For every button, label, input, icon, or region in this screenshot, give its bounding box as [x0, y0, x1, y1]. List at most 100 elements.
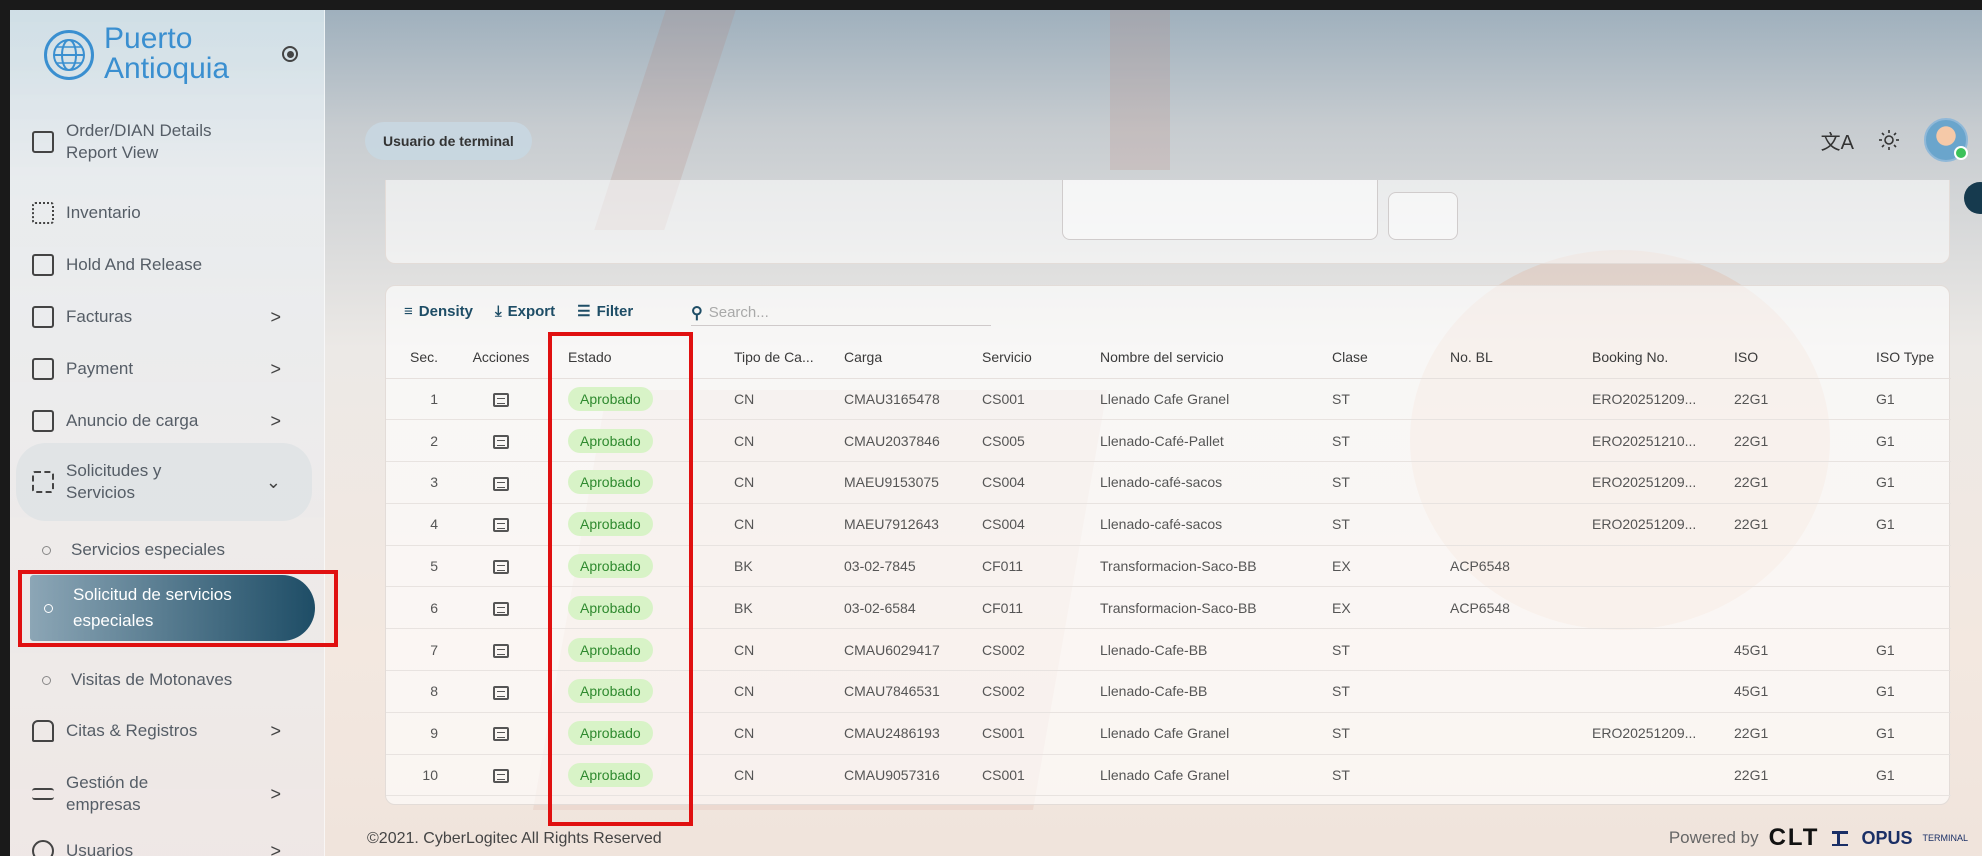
sliders-icon — [32, 788, 54, 800]
brand-logo[interactable]: Puerto Antioquia — [44, 24, 314, 94]
download-icon: ⤓ — [494, 302, 502, 320]
sidebar-pin-icon[interactable] — [282, 46, 298, 62]
sidebar-item-hold-release[interactable]: Hold And Release — [32, 254, 317, 276]
column-header[interactable]: Acciones — [446, 336, 556, 379]
settings-fab[interactable] — [1964, 182, 1982, 214]
column-header[interactable]: ISO — [1734, 336, 1876, 379]
filter-input[interactable] — [1062, 180, 1378, 240]
edit-icon[interactable] — [493, 393, 509, 408]
edit-icon[interactable] — [493, 685, 509, 700]
column-header[interactable]: Clase — [1332, 336, 1450, 379]
sec-cell: 2 — [386, 419, 446, 463]
actions-cell — [446, 545, 556, 588]
actions-cell — [446, 754, 556, 797]
clase-cell: ST — [1332, 754, 1450, 797]
booking-cell — [1592, 545, 1734, 588]
sec-cell: 6 — [386, 586, 446, 630]
grid-toolbar: ≡ Density ⤓ Export ☰ Filter — [404, 302, 655, 321]
sidebar-item-payment[interactable]: Payment > — [32, 358, 317, 380]
sec-cell: 8 — [386, 670, 446, 713]
clase-cell: EX — [1332, 586, 1450, 630]
theme-toggle-icon[interactable] — [1878, 129, 1900, 151]
density-button[interactable]: ≡ Density — [404, 303, 473, 320]
filter-toolbar-button[interactable]: ☰ Filter — [577, 302, 633, 321]
actions-cell — [446, 586, 556, 630]
sidebar-item-servicios-especiales[interactable]: Servicios especiales — [42, 540, 225, 560]
sidebar-item-order-dian[interactable]: Order/DIAN Details Report View — [32, 120, 317, 164]
servicio-cell: CS004 — [982, 461, 1100, 504]
iso-cell: 22G1 — [1734, 754, 1876, 797]
sidebar-item-visitas-motonaves[interactable]: Visitas de Motonaves — [42, 670, 232, 690]
edit-icon[interactable] — [493, 518, 509, 533]
announce-icon — [32, 410, 54, 432]
user-icon — [32, 840, 54, 856]
sidebar-item-gestion-empresas[interactable]: Gestión de empresas > — [32, 772, 317, 816]
column-header[interactable]: No. BL — [1450, 336, 1592, 379]
carga-cell: MAEU9153075 — [844, 461, 982, 504]
sidebar-item-usuarios[interactable]: Usuarios > — [32, 840, 317, 856]
sidebar-item-citas-registros[interactable]: Citas & Registros > — [32, 720, 317, 742]
label-line: empresas — [66, 795, 141, 814]
car-icon — [32, 720, 54, 742]
nombre-cell: Llenado-Cafe-BB — [1100, 670, 1332, 713]
edit-icon[interactable] — [493, 769, 509, 784]
edit-icon[interactable] — [493, 602, 509, 617]
nombre-cell: Llenado-Cafe-BB — [1100, 628, 1332, 672]
iso-cell: 22G1 — [1734, 461, 1876, 504]
document-icon — [32, 306, 54, 328]
servicio-cell: CS002 — [982, 670, 1100, 713]
sidebar-item-label: Solicitudes y Servicios — [66, 460, 161, 504]
user-avatar[interactable] — [1924, 118, 1968, 162]
servicio-cell: CS004 — [982, 503, 1100, 546]
filter-button[interactable] — [1388, 192, 1458, 240]
filter-icon: ☰ — [577, 303, 591, 320]
clase-cell: EX — [1332, 545, 1450, 588]
sidebar-item-inventario[interactable]: Inventario — [32, 202, 317, 224]
translate-icon[interactable]: 文A — [1821, 126, 1854, 155]
booking-cell — [1592, 754, 1734, 797]
search-input[interactable] — [708, 304, 969, 321]
column-header[interactable]: Nombre del servicio — [1100, 336, 1332, 379]
edit-icon[interactable] — [493, 727, 509, 742]
edit-icon[interactable] — [493, 560, 509, 575]
column-header[interactable]: Carga — [844, 336, 982, 379]
actions-cell — [446, 670, 556, 713]
iso_type-cell: G1 — [1876, 461, 1951, 504]
servicio-cell: CS001 — [982, 754, 1100, 797]
column-header[interactable]: Booking No. — [1592, 336, 1734, 379]
tipo-cell: BK — [726, 545, 844, 588]
clase-cell: ST — [1332, 670, 1450, 713]
tipo-cell: CN — [726, 503, 844, 546]
clt-logo: CLT — [1768, 824, 1820, 851]
label-line: Solicitudes y — [66, 461, 162, 480]
bl-cell — [1450, 712, 1592, 755]
iso_type-cell — [1876, 586, 1951, 630]
column-header[interactable]: Sec. — [386, 336, 446, 379]
booking-cell — [1592, 670, 1734, 713]
sec-cell: 5 — [386, 545, 446, 588]
column-header[interactable]: ISO Type — [1876, 336, 1951, 379]
servicio-cell: CS001 — [982, 378, 1100, 421]
sidebar-item-anuncio-carga[interactable]: Anuncio de carga > — [32, 410, 317, 432]
column-header[interactable]: Servicio — [982, 336, 1100, 379]
booking-cell: ERO20251209... — [1592, 712, 1734, 755]
export-label: Export — [507, 302, 556, 320]
sidebar-item-facturas[interactable]: Facturas > — [32, 306, 317, 328]
carga-cell: CMAU6029417 — [844, 628, 982, 672]
label-line: Report View — [66, 143, 159, 162]
apps-plus-icon — [32, 471, 54, 493]
edit-icon[interactable] — [493, 643, 509, 658]
chevron-right-icon: > — [270, 840, 281, 856]
column-header[interactable]: Tipo de Ca... — [726, 336, 844, 379]
iso-cell: 22G1 — [1734, 378, 1876, 421]
servicio-cell: CS002 — [982, 628, 1100, 672]
edit-icon[interactable] — [493, 434, 509, 449]
powered-by-label: Powered by — [1668, 828, 1759, 847]
booking-cell: ERO20251210... — [1592, 419, 1734, 463]
sidebar-item-solicitudes-servicios[interactable]: Solicitudes y Servicios ⌄ — [32, 460, 317, 504]
booking-cell: ERO20251209... — [1592, 461, 1734, 504]
edit-icon[interactable] — [493, 476, 509, 491]
export-button[interactable]: ⤓ Export — [495, 303, 555, 320]
role-chip[interactable]: Usuario de terminal — [365, 122, 532, 160]
iso_type-cell: G1 — [1876, 419, 1951, 463]
